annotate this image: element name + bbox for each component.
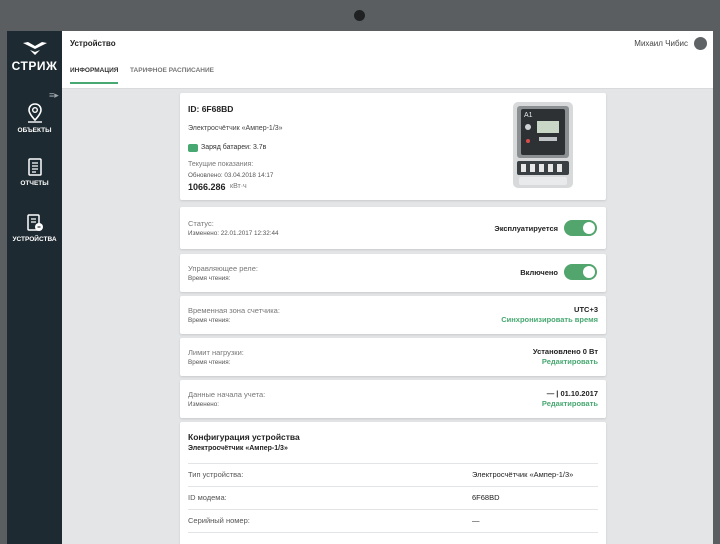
sidebar-item-reports[interactable]: ОТЧЕТЫ: [7, 158, 62, 187]
config-title: Конфигурация устройства: [188, 432, 300, 442]
bird-logo-icon: [22, 42, 47, 55]
battery-icon: [188, 144, 198, 152]
relay-value: Включено: [520, 268, 558, 277]
battery-status: Заряд батареи: 3.7в: [201, 144, 267, 151]
config-value: 6F68BD: [472, 493, 500, 502]
app-screen: СТРИЖ ≡▸ ОБЪЕКТЫ ОТЧЕТЫ УСТРОЙСТВА Устро…: [7, 31, 713, 544]
device-info-card: ID: 6F68BD Электросчётчик «Ампер-1/3» За…: [180, 93, 606, 200]
config-value: Электросчётчик «Ампер-1/3»: [472, 470, 574, 479]
edit-accounting-start-link[interactable]: Редактировать: [542, 399, 598, 408]
sidebar-item-label: ОТЧЕТЫ: [20, 180, 49, 187]
accounting-start-value: — | 01.10.2017: [546, 389, 598, 398]
user-name[interactable]: Михаил Чибис: [634, 39, 688, 48]
tab-tariff-schedule[interactable]: ТАРИФНОЕ РАСПИСАНИЕ: [130, 67, 214, 82]
timezone-read-time: Время чтения:: [188, 317, 231, 324]
load-limit-value: Установлено 0 Вт: [532, 347, 598, 356]
app-logo[interactable]: СТРИЖ: [7, 39, 62, 73]
device-name: Электросчётчик «Ампер-1/3»: [188, 125, 283, 132]
configuration-card: Конфигурация устройства Электросчётчик «…: [180, 422, 606, 544]
load-limit-label: Лимит нагрузки:: [188, 348, 244, 357]
sync-time-link[interactable]: Синхронизировать время: [501, 315, 598, 324]
reading-unit: кВт·ч: [230, 183, 247, 190]
top-bar: Устройство Михаил Чибис ИНФОРМАЦИЯ ТАРИФ…: [62, 31, 713, 89]
device-icon: [26, 214, 43, 231]
readings-label: Текущие показания:: [188, 161, 254, 168]
relay-read-time: Время чтения:: [188, 275, 231, 282]
status-label: Статус:: [188, 219, 214, 228]
relay-card: Управляющее реле: Время чтения: Включено: [180, 254, 606, 292]
tab-information[interactable]: ИНФОРМАЦИЯ: [70, 67, 119, 84]
timezone-value: UTC+3: [574, 305, 598, 314]
load-limit-read-time: Время чтения:: [188, 359, 231, 366]
divider: [188, 463, 598, 464]
divider: [188, 486, 598, 487]
svg-text:A1: A1: [524, 112, 533, 119]
map-pin-icon: [27, 103, 42, 123]
config-key: Тип устройства:: [188, 470, 244, 479]
status-toggle[interactable]: [564, 220, 597, 236]
sidebar-item-label: ОБЪЕКТЫ: [17, 127, 52, 134]
sidebar: СТРИЖ ≡▸ ОБЪЕКТЫ ОТЧЕТЫ УСТРОЙСТВА: [7, 31, 62, 544]
user-avatar-icon[interactable]: [694, 37, 707, 50]
load-limit-card: Лимит нагрузки: Время чтения: Установлен…: [180, 338, 606, 376]
readings-updated: Обновлено: 03.04.2018 14:17: [188, 172, 274, 179]
device-bezel: [0, 0, 720, 31]
sidebar-item-devices[interactable]: УСТРОЙСТВА: [7, 214, 62, 243]
timezone-card: Временная зона счетчика: Время чтения: U…: [180, 296, 606, 334]
relay-label: Управляющее реле:: [188, 264, 258, 273]
divider: [188, 509, 598, 510]
relay-toggle[interactable]: [564, 264, 597, 280]
timezone-label: Временная зона счетчика:: [188, 306, 280, 315]
status-value: Эксплуатируется: [494, 224, 558, 233]
logo-text: СТРИЖ: [11, 59, 58, 73]
camera-dot: [354, 10, 365, 21]
edit-load-limit-link[interactable]: Редактировать: [542, 357, 598, 366]
reading-value: 1066.286: [188, 182, 226, 192]
config-key: ID модема:: [188, 493, 227, 502]
accounting-start-card: Данные начала учета: Изменено: — | 01.10…: [180, 380, 606, 418]
collapse-menu-icon[interactable]: ≡▸: [49, 90, 59, 101]
config-key: Серийный номер:: [188, 516, 250, 525]
page-title: Устройство: [70, 39, 116, 48]
config-value: —: [472, 516, 480, 525]
sidebar-item-objects[interactable]: ОБЪЕКТЫ: [7, 103, 62, 134]
device-id: ID: 6F68BD: [188, 104, 234, 114]
electricity-meter-image: A1: [513, 102, 573, 188]
accounting-start-changed: Изменено:: [188, 401, 219, 408]
config-subtitle: Электросчётчик «Ампер-1/3»: [188, 445, 288, 452]
sidebar-item-label: УСТРОЙСТВА: [12, 236, 57, 243]
status-card: Статус: Изменено: 22.01.2017 12:32:44 Эк…: [180, 207, 606, 249]
divider: [188, 532, 598, 533]
accounting-start-label: Данные начала учета:: [188, 390, 266, 399]
document-icon: [27, 158, 42, 176]
status-changed: Изменено: 22.01.2017 12:32:44: [188, 230, 279, 237]
